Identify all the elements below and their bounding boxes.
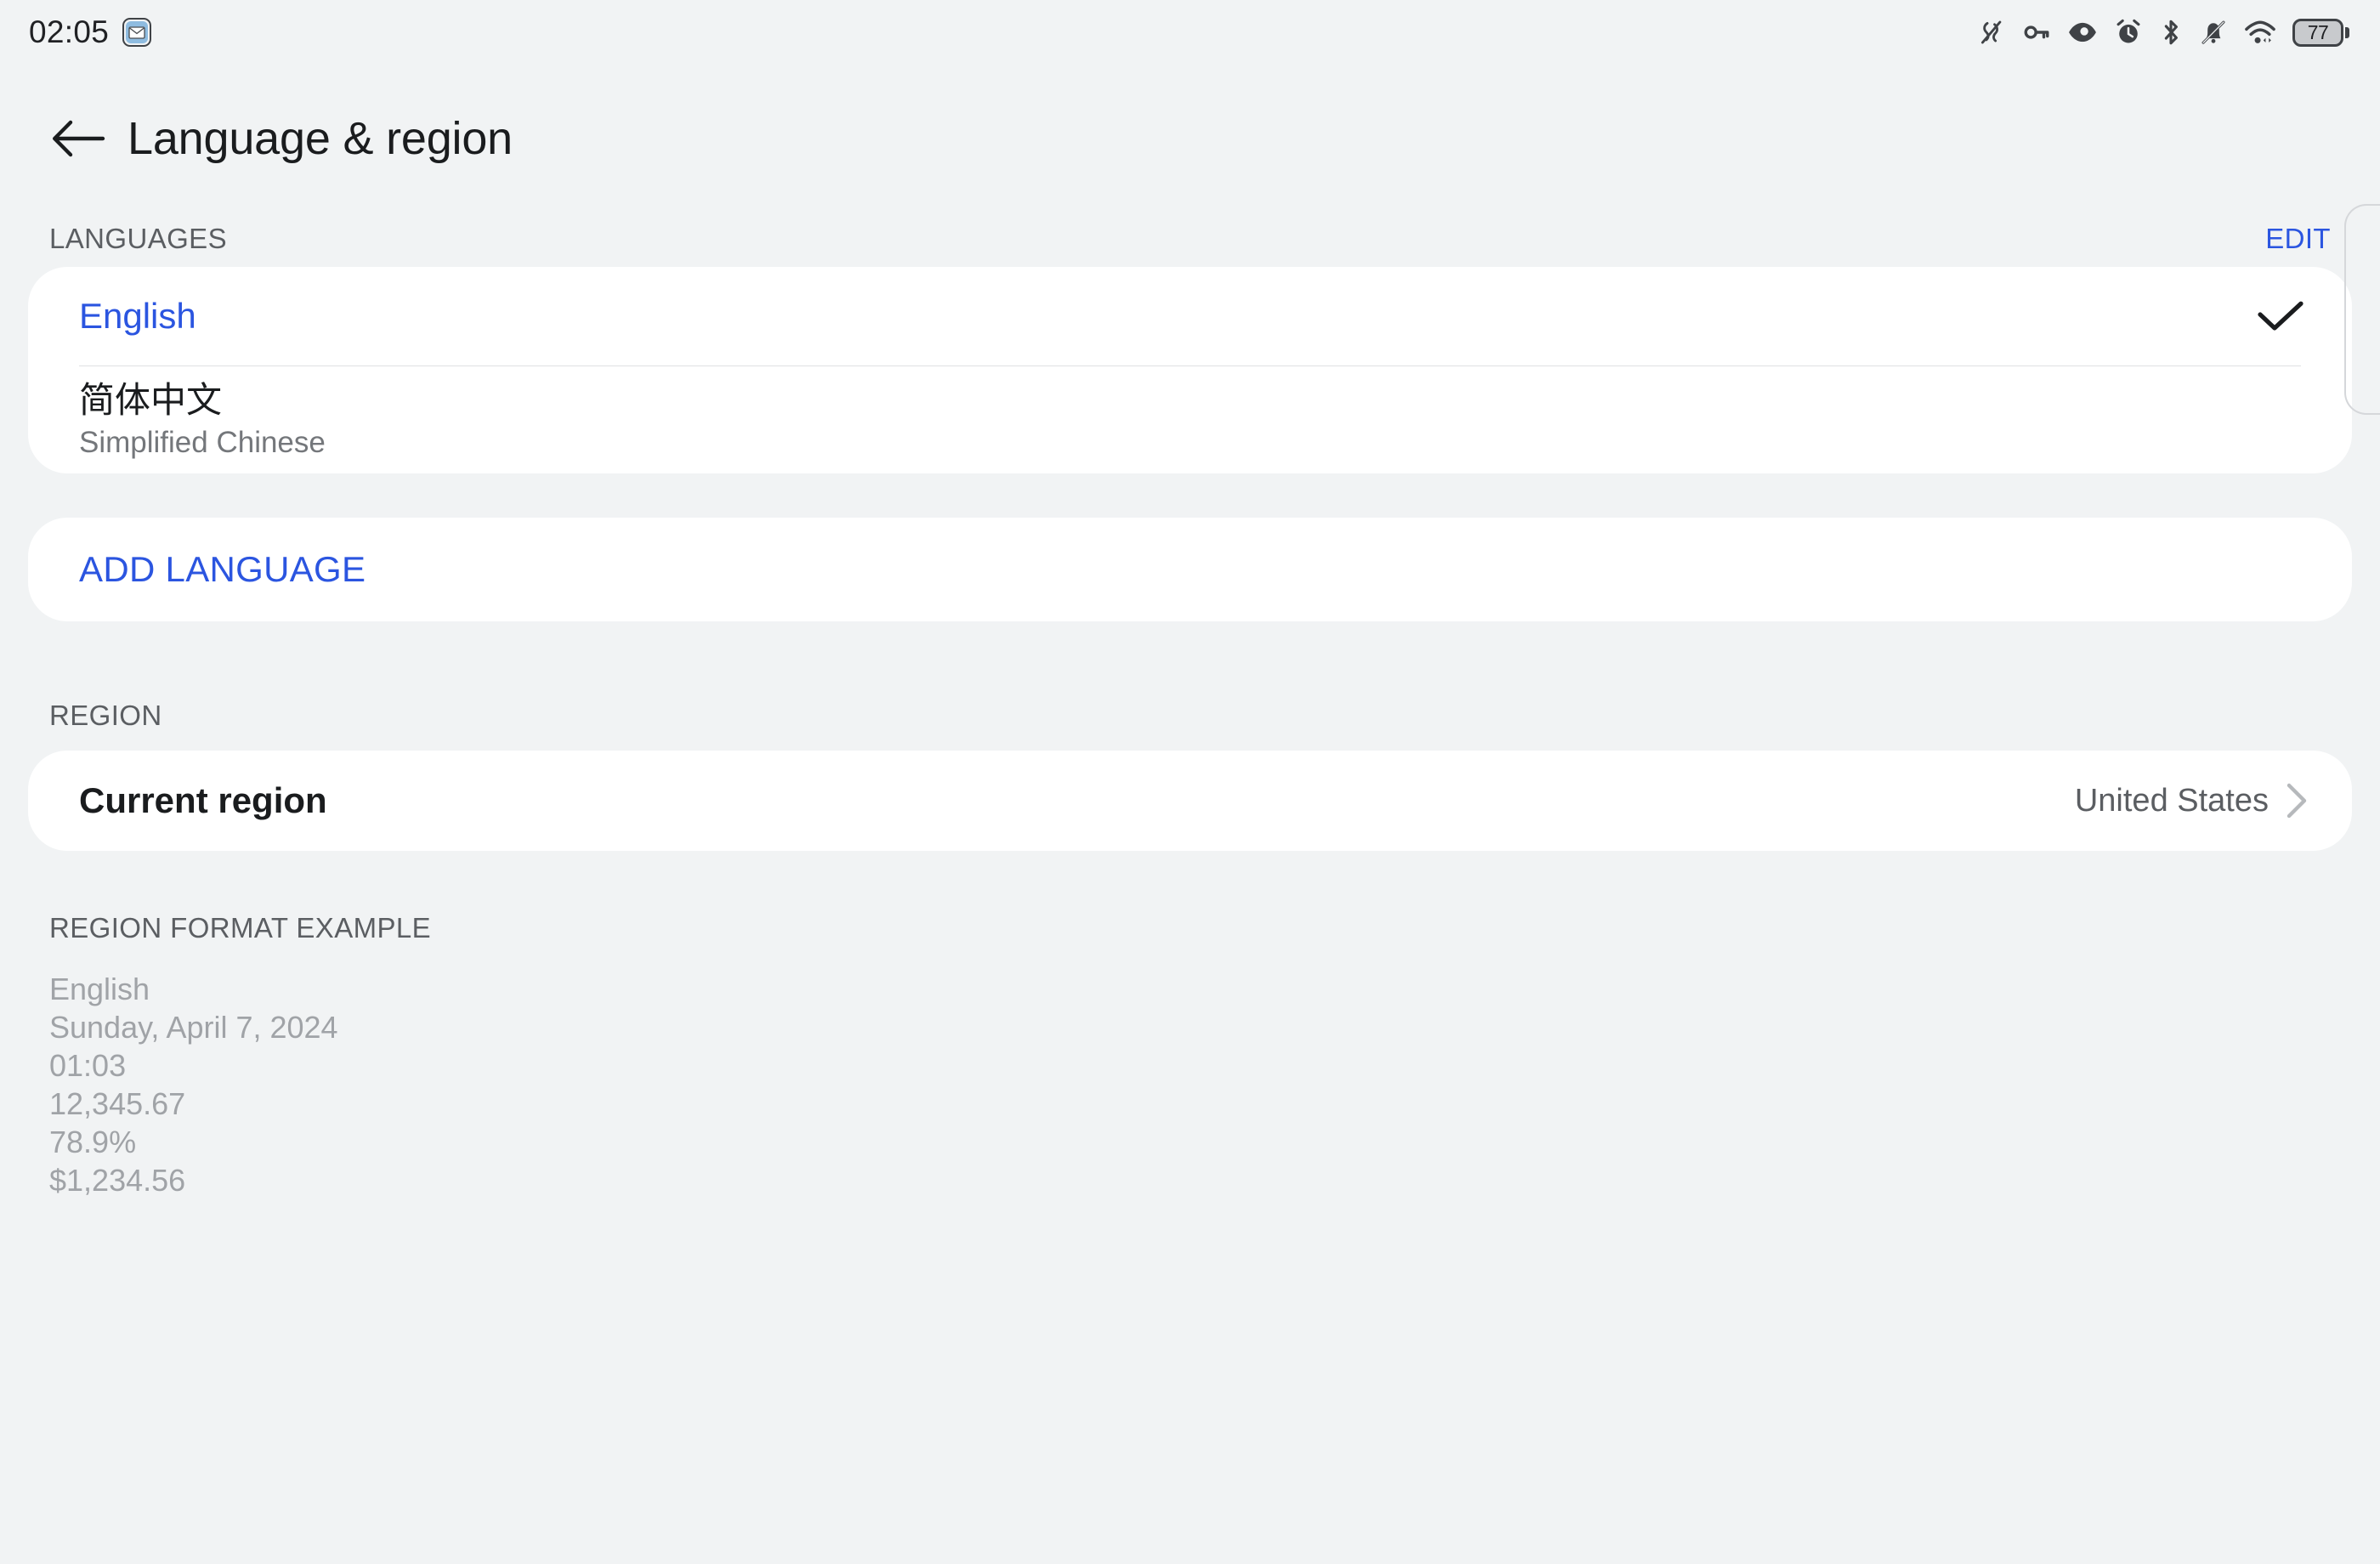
status-bar-right: 77 [1977, 18, 2349, 47]
language-item-text-group: 简体中文 Simplified Chinese [79, 380, 326, 461]
battery-icon: 77 [2292, 18, 2349, 47]
language-subtitle: Simplified Chinese [79, 426, 326, 460]
status-bar-left: 02:05 [29, 14, 152, 50]
languages-section-label: LANGUAGES [49, 223, 227, 254]
format-line-language: English [49, 972, 150, 1006]
region-section-header: REGION [0, 688, 2380, 744]
language-list-item-english[interactable]: English [28, 267, 2352, 366]
languages-card: English 简体中文 Simplified Chinese [28, 267, 2352, 473]
check-icon [2258, 301, 2304, 331]
current-region-row[interactable]: Current region United States [28, 751, 2352, 851]
settings-content: LANGUAGES EDIT English 简体中文 Simplified C… [0, 211, 2380, 1199]
format-line-date: Sunday, April 7, 2024 [49, 1010, 338, 1045]
format-line-number: 12,345.67 [49, 1086, 186, 1121]
battery-level-label: 77 [2307, 20, 2329, 43]
nfc-off-icon [1980, 20, 2002, 44]
region-section-label: REGION [49, 700, 162, 731]
chevron-right-icon [2286, 783, 2307, 819]
bluetooth-icon [2164, 20, 2178, 45]
mail-envelope-icon [122, 18, 152, 47]
language-list-item-simplified-chinese[interactable]: 简体中文 Simplified Chinese [28, 366, 2352, 473]
page-header: Language & region [0, 92, 2380, 185]
notifications-silenced-icon [2202, 20, 2225, 44]
language-name: English [79, 296, 196, 336]
add-language-label: ADD LANGUAGE [79, 549, 366, 589]
format-line-time: 01:03 [49, 1048, 127, 1083]
wifi-icon [2245, 20, 2275, 43]
arrow-left-icon [53, 120, 105, 157]
add-language-button[interactable]: ADD LANGUAGE [28, 518, 2352, 621]
page-title: Language & region [128, 113, 513, 164]
back-button[interactable] [49, 109, 109, 168]
status-bar: 02:05 77 [0, 0, 2380, 65]
eye-comfort-icon [2069, 22, 2096, 42]
current-region-value-group: United States [2075, 780, 2311, 821]
language-name: 简体中文 [79, 380, 223, 420]
vpn-key-icon [2024, 26, 2049, 39]
format-line-percent: 78.9% [49, 1125, 137, 1159]
current-region-title: Current region [79, 780, 327, 820]
vertical-scrollbar[interactable] [2344, 204, 2380, 415]
current-region-value: United States [2074, 782, 2269, 819]
region-format-example-lines: English Sunday, April 7, 2024 01:03 12,3… [49, 970, 2380, 1199]
status-clock: 02:05 [29, 14, 110, 49]
format-line-currency: $1,234.56 [49, 1163, 186, 1198]
region-format-example-label: REGION FORMAT EXAMPLE [49, 912, 432, 944]
region-format-example-block: REGION FORMAT EXAMPLE English Sunday, Ap… [0, 912, 2380, 1199]
languages-section-header: LANGUAGES EDIT [0, 211, 2380, 267]
alarm-clock-icon [2116, 19, 2140, 43]
edit-languages-button[interactable]: EDIT [2265, 223, 2331, 255]
envelope-glyph [128, 26, 145, 39]
